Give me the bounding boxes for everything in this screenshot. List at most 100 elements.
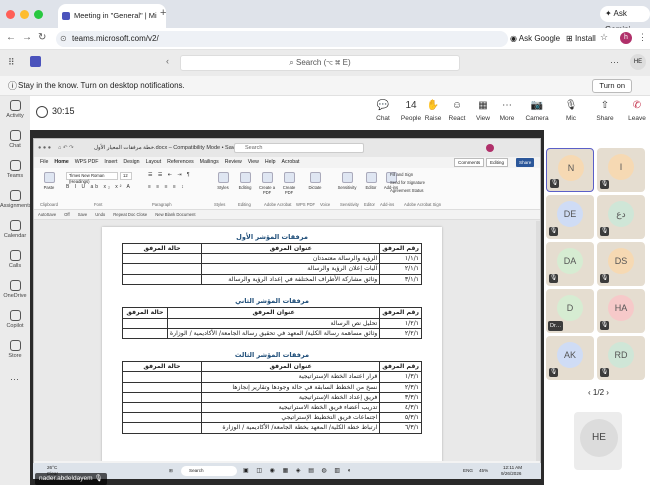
teams-search-input[interactable]: ⌕ Search (⌥ ⌘ E) bbox=[180, 55, 460, 71]
ribbon-sensitivity-button[interactable]: Sensitivity bbox=[336, 172, 358, 190]
user-avatar[interactable]: HE bbox=[630, 54, 646, 70]
close-window-button[interactable] bbox=[6, 10, 15, 19]
attachment-status[interactable] bbox=[122, 401, 202, 414]
attachment-number[interactable]: ١/١/١ bbox=[379, 253, 422, 265]
participant-tile[interactable]: HA 🎙 bbox=[597, 289, 645, 333]
ribbon-styles-button[interactable]: Styles bbox=[212, 172, 234, 190]
rail-item-teams[interactable]: Teams bbox=[0, 160, 30, 179]
chat-button[interactable]: 💬 Chat bbox=[370, 100, 396, 122]
ribbon-create-a-pdf-button[interactable]: Create a PDF bbox=[256, 172, 278, 195]
browser-menu-icon[interactable]: ⋮ bbox=[638, 32, 647, 43]
doc-scrollbar[interactable] bbox=[536, 221, 540, 461]
attachment-status[interactable] bbox=[121, 273, 203, 285]
participant-tile[interactable]: دع 🎙 bbox=[597, 195, 645, 239]
attachment-title[interactable]: وثائق مشاركة الأطراف المختلفة في إعداد ا… bbox=[201, 273, 381, 285]
rail-item-copilot[interactable]: Copilot bbox=[0, 310, 30, 329]
ribbon-paste-button[interactable]: Paste bbox=[38, 172, 60, 190]
bookmark-star-icon[interactable]: ☆ bbox=[600, 32, 608, 43]
font-name-select[interactable]: Times New Roman (Headings) bbox=[66, 172, 118, 184]
new-tab-button[interactable]: + bbox=[160, 8, 166, 19]
attachment-number[interactable]: ٢/٣/١ bbox=[379, 381, 422, 393]
ribbon-fill-and-sign[interactable]: Fill and Sign bbox=[390, 172, 413, 177]
profile-avatar[interactable]: h bbox=[620, 32, 632, 44]
browser-tab-teams[interactable]: Meeting in "General" | Mi bbox=[58, 4, 166, 28]
more-options-icon[interactable]: ⋯ bbox=[610, 57, 619, 68]
windows-start-icon[interactable]: ⊞ bbox=[169, 463, 173, 479]
minimize-window-button[interactable] bbox=[20, 10, 29, 19]
react-button[interactable]: ☺ React bbox=[444, 100, 470, 122]
qa-new-blank-document[interactable]: New Blank Document bbox=[155, 212, 195, 217]
taskbar-app-icons[interactable]: ▣ ◫ ◉ ▦ ◈ ▤ ◍ ▥ ◐ bbox=[243, 463, 354, 479]
attachment-status[interactable] bbox=[122, 327, 168, 339]
attachment-status[interactable] bbox=[122, 422, 202, 434]
participant-tile[interactable]: D Dr… bbox=[546, 289, 594, 333]
attachment-title[interactable]: آليات إعلان الرؤية والرسالة bbox=[201, 263, 381, 275]
attachment-title[interactable]: تدريب أعضاء فريق الخطة الاستراتيجية bbox=[200, 401, 381, 414]
participants-pager[interactable]: ‹ 1/2 › bbox=[588, 388, 609, 397]
raise-button[interactable]: ✋ Raise bbox=[420, 100, 446, 122]
self-video-tile[interactable]: HE bbox=[574, 412, 622, 470]
attachment-number[interactable]: ٥/٣/١ bbox=[379, 412, 422, 424]
attachment-status[interactable] bbox=[122, 381, 202, 393]
attachment-number[interactable]: ١/٣/١ bbox=[379, 371, 422, 383]
site-info-icon[interactable]: ⊙ bbox=[60, 31, 67, 47]
share-button[interactable]: ⇧ Share bbox=[592, 100, 618, 122]
attachment-number[interactable]: ٢/٢/١ bbox=[379, 327, 422, 339]
reload-icon[interactable]: ↻ bbox=[38, 32, 46, 43]
nav-back-icon[interactable]: ‹ bbox=[166, 56, 169, 66]
attachment-number[interactable]: ٦/٣/١ bbox=[379, 422, 422, 434]
ribbon-send-for-signature[interactable]: Send for Signature bbox=[390, 180, 425, 185]
attachment-title[interactable]: ارتباط خطة الكلية/ المعهد بخطة الجامعة/ … bbox=[200, 422, 381, 434]
attachment-title[interactable]: اجتماعات فريق التخطيط الإستراتيجي bbox=[200, 412, 381, 424]
more-apps-icon[interactable]: ⋯ bbox=[10, 374, 19, 385]
more-button[interactable]: ⋯ More bbox=[494, 100, 520, 122]
forward-arrow-icon[interactable]: → bbox=[22, 32, 32, 43]
word-menu-wps-pdf[interactable]: WPS PDF bbox=[75, 157, 99, 168]
attachment-title[interactable]: تحليل نص الرسالة bbox=[166, 317, 381, 329]
word-menu-acrobat[interactable]: Acrobat bbox=[282, 157, 300, 168]
ribbon-agreement-status[interactable]: Agreement Status bbox=[390, 188, 424, 193]
attachment-title[interactable]: وثائق مساهمة رسالة الكلية/ المعهد في تحق… bbox=[166, 327, 381, 339]
view-button[interactable]: ▦ View bbox=[470, 100, 496, 122]
participant-tile[interactable]: AK 🎙 bbox=[546, 336, 594, 380]
attachment-status[interactable] bbox=[121, 263, 203, 275]
word-menu-mailings[interactable]: Mailings bbox=[200, 157, 219, 168]
install-button[interactable]: ⊞ Install bbox=[566, 33, 596, 45]
participant-tile[interactable]: DS 🎙 bbox=[597, 242, 645, 286]
rail-item-chat[interactable]: Chat bbox=[0, 130, 30, 149]
attachment-status[interactable] bbox=[122, 412, 202, 424]
participant-tile[interactable]: RD 🎙 bbox=[597, 336, 645, 380]
word-menu-layout[interactable]: Layout bbox=[146, 157, 162, 168]
attachment-number[interactable]: ٤/٣/١ bbox=[379, 401, 422, 414]
word-menu-view[interactable]: View bbox=[248, 157, 259, 168]
share-doc-button[interactable]: Share bbox=[516, 158, 535, 167]
word-profile-icon[interactable] bbox=[486, 144, 494, 152]
attachment-number[interactable]: ٣/٣/١ bbox=[379, 391, 422, 403]
word-search-box[interactable]: Search bbox=[234, 143, 364, 153]
attachment-status[interactable] bbox=[122, 317, 168, 329]
attachment-title[interactable]: نسخ من الخطط السابقة في حالة وجودها وتقا… bbox=[200, 381, 381, 393]
mic-button[interactable]: 🎙 Mic bbox=[558, 100, 584, 122]
word-menu-help[interactable]: Help bbox=[265, 157, 276, 168]
ribbon-create-pdf-button[interactable]: Create PDF bbox=[278, 172, 300, 195]
font-format-icons[interactable]: B I U ab x₂ x² A bbox=[66, 184, 132, 190]
camera-button[interactable]: 📷 Camera bbox=[524, 100, 550, 122]
ask-google-button[interactable]: ◉ Ask Google bbox=[510, 33, 560, 45]
attachment-status[interactable] bbox=[122, 371, 202, 383]
participant-tile[interactable]: DA 🎙 bbox=[546, 242, 594, 286]
leave-button[interactable]: ✆ Leave bbox=[624, 100, 650, 122]
rail-item-store[interactable]: Store bbox=[0, 340, 30, 359]
url-field[interactable]: ⊙ teams.microsoft.com/v2/ bbox=[56, 31, 508, 47]
word-menu-references[interactable]: References bbox=[167, 157, 194, 168]
maximize-window-button[interactable] bbox=[34, 10, 43, 19]
attachment-status[interactable] bbox=[121, 253, 203, 265]
attachment-number[interactable]: ١/٢/١ bbox=[379, 317, 422, 329]
participant-tile[interactable]: N 🎙 bbox=[546, 148, 594, 192]
attachment-title[interactable]: الرؤية والرسالة معتمدتان bbox=[201, 253, 381, 265]
participant-tile[interactable]: I 🎙 bbox=[597, 148, 645, 192]
attachment-title[interactable]: قرار اعتماد الخطة الإستراتيجية bbox=[200, 371, 381, 383]
ask-gemini-button[interactable]: ✦ Ask Gemini bbox=[600, 6, 650, 34]
rail-item-assignments[interactable]: Assignments bbox=[0, 190, 32, 209]
word-menu-insert[interactable]: Insert bbox=[104, 157, 117, 168]
qa-save[interactable]: Save bbox=[78, 212, 88, 217]
